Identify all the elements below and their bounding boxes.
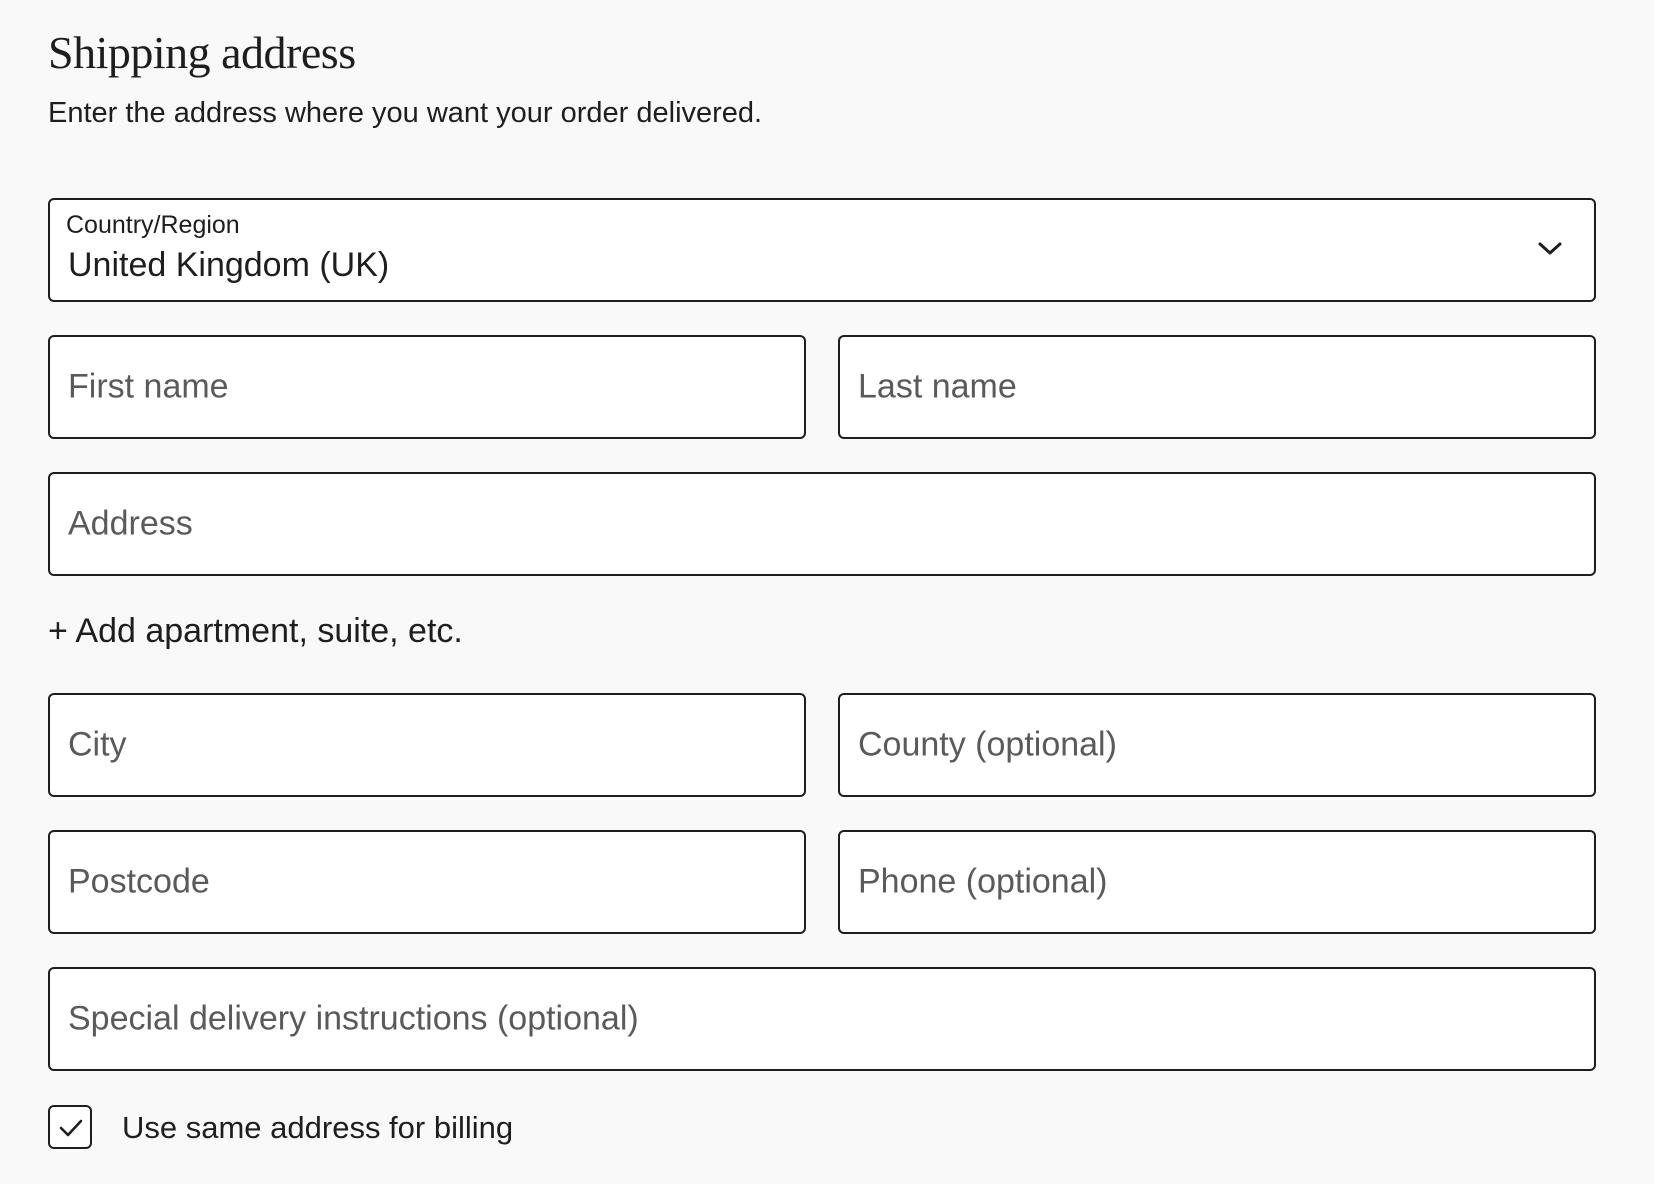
delivery-instructions-field[interactable]: Special delivery instructions (optional) bbox=[48, 967, 1596, 1071]
address-placeholder: Address bbox=[68, 504, 193, 543]
section-title: Shipping address bbox=[48, 27, 356, 78]
phone-field[interactable]: Phone (optional) bbox=[838, 830, 1596, 934]
country-region-label: Country/Region bbox=[66, 211, 240, 239]
section-subtitle: Enter the address where you want your or… bbox=[48, 97, 763, 129]
delivery-instructions-placeholder: Special delivery instructions (optional) bbox=[68, 999, 639, 1038]
city-field[interactable]: City bbox=[48, 693, 806, 797]
county-placeholder: County (optional) bbox=[858, 725, 1117, 764]
last-name-placeholder: Last name bbox=[858, 367, 1017, 406]
same-billing-checkbox[interactable] bbox=[48, 1105, 92, 1149]
chevron-down-icon bbox=[1536, 238, 1564, 258]
phone-placeholder: Phone (optional) bbox=[858, 862, 1108, 901]
same-billing-label[interactable]: Use same address for billing bbox=[122, 1110, 513, 1146]
country-region-value: United Kingdom (UK) bbox=[68, 246, 390, 284]
first-name-field[interactable]: First name bbox=[48, 335, 806, 439]
last-name-field[interactable]: Last name bbox=[838, 335, 1596, 439]
postcode-placeholder: Postcode bbox=[68, 862, 210, 901]
add-apartment-link[interactable]: + Add apartment, suite, etc. bbox=[48, 612, 463, 651]
country-region-select[interactable]: Country/Region United Kingdom (UK) bbox=[48, 198, 1596, 302]
first-name-placeholder: First name bbox=[68, 367, 229, 406]
postcode-field[interactable]: Postcode bbox=[48, 830, 806, 934]
city-placeholder: City bbox=[68, 725, 127, 764]
checkmark-icon bbox=[59, 1119, 83, 1137]
county-field[interactable]: County (optional) bbox=[838, 693, 1596, 797]
address-field[interactable]: Address bbox=[48, 472, 1596, 576]
